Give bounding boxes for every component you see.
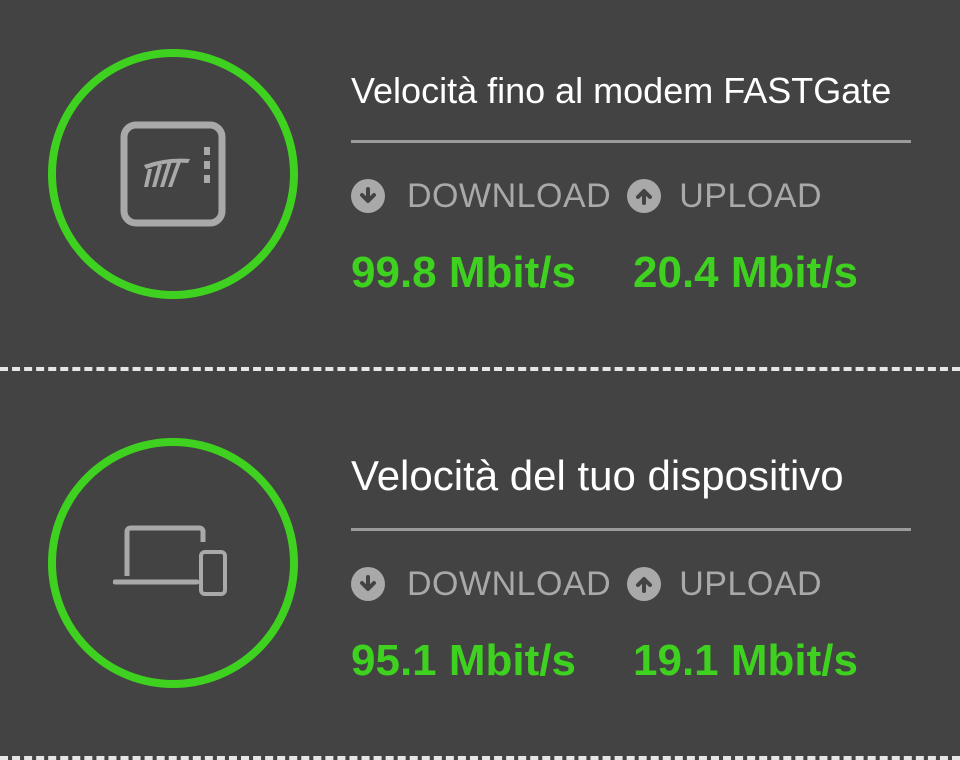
device-speed-card: Velocità del tuo dispositivo DOWNLOAD UP… (0, 390, 960, 758)
upload-speed-value: 20.4 Mbit/s (633, 248, 858, 297)
section-title: Velocità del tuo dispositivo (351, 452, 844, 499)
section-divider (0, 756, 960, 760)
upload-label-group: UPLOAD (627, 177, 822, 216)
devices-icon (113, 525, 227, 596)
modem-status-ring (48, 49, 298, 299)
upload-speed-value: 19.1 Mbit/s (633, 636, 858, 685)
section-divider (0, 367, 960, 371)
download-label: DOWNLOAD (407, 564, 612, 603)
modem-speed-card: Velocità fino al modem FASTGate DOWNLOAD… (0, 0, 960, 368)
download-label: DOWNLOAD (407, 176, 612, 215)
title-divider (351, 528, 911, 531)
section-title: Velocità fino al modem FASTGate (351, 70, 892, 111)
upload-label: UPLOAD (679, 176, 823, 215)
upload-arrow-icon (627, 179, 662, 213)
download-label-group: DOWNLOAD (351, 177, 611, 216)
upload-arrow-icon (627, 567, 662, 601)
upload-label-group: UPLOAD (627, 565, 822, 604)
device-status-ring (48, 438, 298, 688)
direction-labels: DOWNLOAD UPLOAD (351, 564, 822, 604)
direction-labels: DOWNLOAD UPLOAD (351, 176, 822, 216)
download-arrow-icon (351, 567, 385, 601)
download-speed-value: 99.8 Mbit/s (351, 248, 576, 297)
download-label-group: DOWNLOAD (351, 565, 611, 604)
upload-label: UPLOAD (679, 564, 823, 603)
speed-test-results: Velocità fino al modem FASTGate DOWNLOAD… (0, 0, 960, 760)
download-speed-value: 95.1 Mbit/s (351, 636, 576, 685)
download-arrow-icon (351, 179, 385, 213)
title-divider (351, 140, 911, 143)
modem-icon (120, 121, 226, 227)
